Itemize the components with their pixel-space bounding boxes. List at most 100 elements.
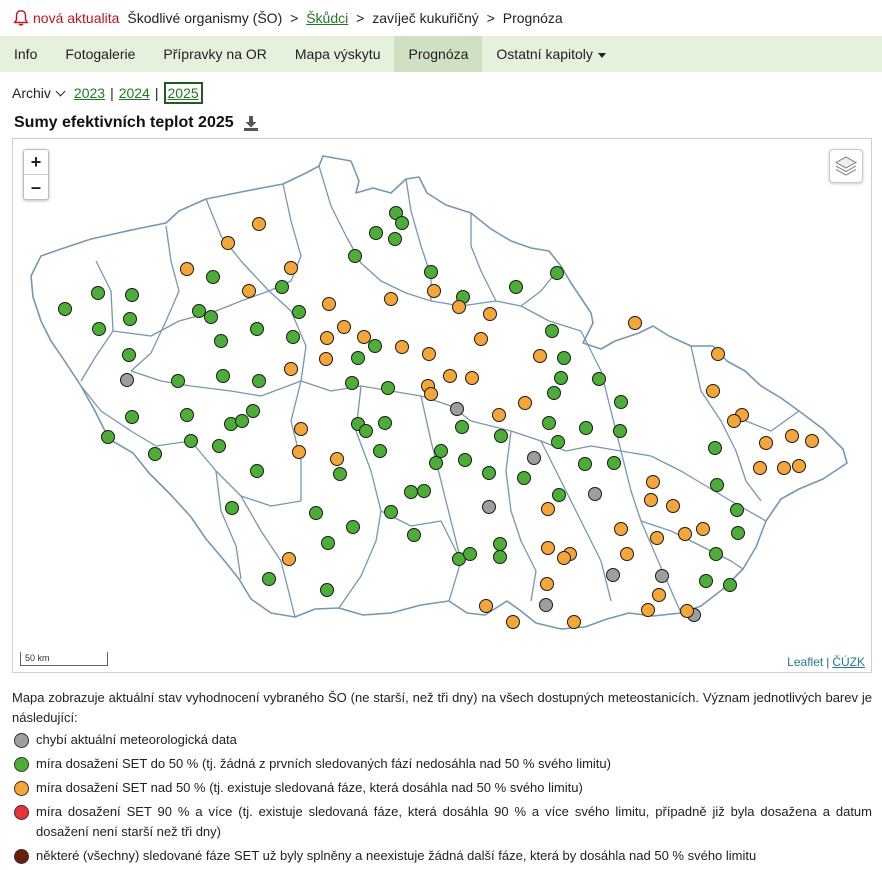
station-marker-orange[interactable] [628,316,642,330]
station-marker-green[interactable] [321,536,335,550]
station-marker-green[interactable] [463,547,477,561]
station-marker-green[interactable] [557,351,571,365]
station-marker-orange[interactable] [474,332,488,346]
station-marker-green[interactable] [125,410,139,424]
station-marker-green[interactable] [206,270,220,284]
station-marker-orange[interactable] [242,284,256,298]
station-marker-green[interactable] [455,420,469,434]
station-marker-green[interactable] [345,376,359,390]
station-marker-orange[interactable] [641,603,655,617]
station-marker-orange[interactable] [443,369,457,383]
station-marker-gray[interactable] [450,402,464,416]
station-marker-green[interactable] [710,478,724,492]
station-marker-green[interactable] [333,467,347,481]
station-marker-orange[interactable] [557,551,571,565]
station-marker-orange[interactable] [696,522,710,536]
station-marker-green[interactable] [171,374,185,388]
station-marker-green[interactable] [262,572,276,586]
station-marker-green[interactable] [252,374,266,388]
station-marker-orange[interactable] [506,615,520,629]
zoom-out-button[interactable]: – [24,175,48,199]
station-marker-green[interactable] [250,464,264,478]
breadcrumb-item-organisms[interactable]: Škodlivé organismy (ŠO) [127,10,282,26]
station-marker-green[interactable] [373,444,387,458]
station-marker-green[interactable] [592,372,606,386]
station-marker-orange[interactable] [792,459,806,473]
station-marker-orange[interactable] [357,330,371,344]
download-icon[interactable] [242,114,260,132]
station-marker-orange[interactable] [666,499,680,513]
station-marker-orange[interactable] [518,396,532,410]
tab-prognoza[interactable]: Prognóza [394,36,483,72]
station-marker-green[interactable] [235,414,249,428]
station-marker-orange[interactable] [292,445,306,459]
station-marker-green[interactable] [458,453,472,467]
station-marker-green[interactable] [709,547,723,561]
station-marker-green[interactable] [579,421,593,435]
station-marker-green[interactable] [614,395,628,409]
zoom-in-button[interactable]: + [24,150,48,175]
station-marker-green[interactable] [378,416,392,430]
station-marker-gray[interactable] [588,487,602,501]
station-marker-orange[interactable] [805,434,819,448]
station-marker-orange[interactable] [678,527,692,541]
station-marker-orange[interactable] [646,475,660,489]
station-marker-green[interactable] [368,339,382,353]
station-marker-green[interactable] [517,471,531,485]
station-marker-green[interactable] [493,537,507,551]
station-marker-orange[interactable] [284,261,298,275]
station-marker-green[interactable] [292,305,306,319]
station-marker-orange[interactable] [567,615,581,629]
station-marker-orange[interactable] [620,547,634,561]
station-marker-green[interactable] [547,386,561,400]
station-marker-orange[interactable] [284,362,298,376]
station-marker-green[interactable] [125,288,139,302]
station-marker-orange[interactable] [322,297,336,311]
station-marker-green[interactable] [275,280,289,294]
year-2023-link[interactable]: 2023 [74,85,105,101]
station-marker-green[interactable] [384,505,398,519]
station-marker-orange[interactable] [452,300,466,314]
station-marker-green[interactable] [607,456,621,470]
station-marker-orange[interactable] [465,371,479,385]
station-marker-orange[interactable] [384,292,398,306]
station-marker-gray[interactable] [606,568,620,582]
tab-info[interactable]: Info [0,36,51,72]
station-marker-green[interactable] [348,249,362,263]
station-marker-green[interactable] [359,424,373,438]
station-marker-orange[interactable] [422,347,436,361]
station-marker-orange[interactable] [680,604,694,618]
station-marker-orange[interactable] [337,320,351,334]
station-marker-green[interactable] [309,506,323,520]
archive-dropdown[interactable]: Archiv [12,85,66,101]
station-marker-green[interactable] [388,232,402,246]
station-marker-green[interactable] [148,447,162,461]
station-marker-green[interactable] [493,550,507,564]
station-marker-green[interactable] [552,488,566,502]
bell-icon[interactable] [12,9,30,27]
station-map[interactable] [13,139,871,672]
station-marker-green[interactable] [216,369,230,383]
station-marker-green[interactable] [434,444,448,458]
station-marker-green[interactable] [58,302,72,316]
station-marker-green[interactable] [723,578,737,592]
layers-button[interactable] [829,149,863,183]
station-marker-green[interactable] [180,408,194,422]
station-marker-green[interactable] [351,351,365,365]
station-marker-orange[interactable] [785,429,799,443]
station-marker-orange[interactable] [777,461,791,475]
station-marker-orange[interactable] [395,340,409,354]
station-marker-green[interactable] [613,424,627,438]
station-marker-green[interactable] [204,310,218,324]
station-marker-gray[interactable] [527,451,541,465]
station-marker-orange[interactable] [319,352,333,366]
station-marker-green[interactable] [381,381,395,395]
tab-mapa-vyskytu[interactable]: Mapa výskytu [281,36,395,72]
cuzk-link[interactable]: ČÚZK [832,655,865,669]
station-marker-green[interactable] [101,430,115,444]
station-marker-green[interactable] [92,322,106,336]
station-marker-orange[interactable] [282,552,296,566]
year-2025-link[interactable]: 2025 [163,82,203,104]
station-marker-gray[interactable] [655,569,669,583]
station-marker-orange[interactable] [221,236,235,250]
